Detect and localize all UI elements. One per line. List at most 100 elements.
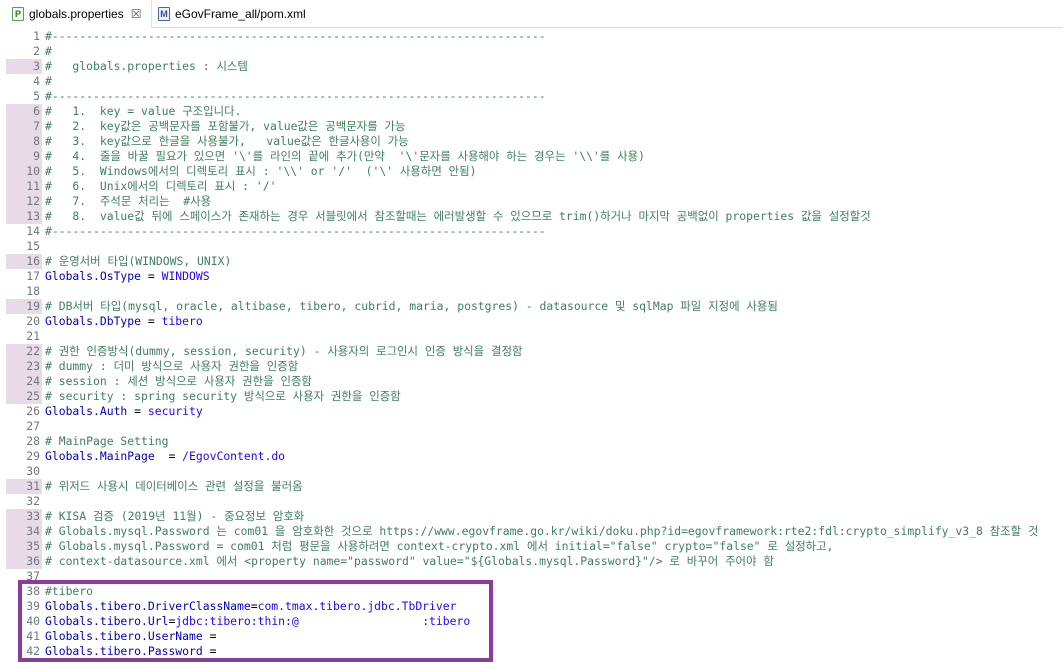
code-line[interactable]: 42 Globals.tibero.Password =	[0, 644, 1063, 659]
line-number: 26	[26, 404, 40, 418]
property-key: Globals.tibero.Password	[45, 644, 203, 658]
code-line[interactable]: 21	[0, 329, 1063, 344]
line-number: 13	[6, 209, 42, 224]
code-line[interactable]: 1 #--------------------------------------…	[0, 29, 1063, 44]
property-key: Globals.tibero.Url	[45, 614, 169, 628]
code-line[interactable]: 3 # globals.properties : 시스템	[0, 59, 1063, 74]
property-value: com.tmax.tibero.jdbc.TbDriver	[257, 599, 457, 613]
line-number: 21	[26, 329, 40, 343]
line-code: #---------------------------------------…	[45, 224, 546, 238]
code-line[interactable]: 25 # security : spring security 방식으로 사용자 …	[0, 389, 1063, 404]
code-line[interactable]: 24 # session : 세션 방식으로 사용자 권한을 인증함	[0, 374, 1063, 389]
property-value: tibero	[161, 314, 203, 328]
line-number: 18	[26, 284, 40, 298]
properties-file-icon: P	[12, 7, 24, 21]
code-line[interactable]: 19 # DB서버 타입(mysql, oracle, altibase, tib…	[0, 299, 1063, 314]
line-code: Globals.OsType = WINDOWS	[45, 269, 210, 284]
code-line[interactable]: 40 Globals.tibero.Url=jdbc:tibero:thin:@ …	[0, 614, 1063, 629]
line-number: 34	[6, 524, 42, 539]
code-line[interactable]: 10 # 5. Windows에서의 디렉토리 표시 : '\\' or '/' …	[0, 164, 1063, 179]
line-code: Globals.tibero.DriverClassName=com.tmax.…	[45, 599, 456, 614]
code-line[interactable]: 26 Globals.Auth = security	[0, 404, 1063, 419]
code-line[interactable]: 2 #	[0, 44, 1063, 59]
close-icon[interactable]: ☒	[131, 7, 142, 21]
line-number: 16	[6, 254, 42, 269]
tab-pom-xml[interactable]: M eGovFrame_all/pom.xml	[152, 0, 322, 28]
code-line[interactable]: 30	[0, 464, 1063, 479]
line-code: Globals.Auth = security	[45, 404, 203, 419]
property-separator: =	[141, 269, 162, 283]
tab-label: eGovFrame_all/pom.xml	[175, 7, 306, 21]
code-line[interactable]: 6 # 1. key = value 구조입니다.	[0, 104, 1063, 119]
editor-tab-bar: P globals.properties ☒ M eGovFrame_all/p…	[0, 0, 1063, 28]
line-code: # 운영서버 타입(WINDOWS, UNIX)	[45, 254, 232, 268]
line-code: #---------------------------------------…	[45, 29, 546, 43]
line-code: #tibero	[45, 584, 94, 598]
code-line[interactable]: 13 # 8. value값 뒤에 스페이스가 존재하는 경우 서블릿에서 참조할…	[0, 209, 1063, 224]
code-line[interactable]: 32	[0, 494, 1063, 509]
code-line[interactable]: 34 # Globals.mysql.Password 는 com01 을 암호화…	[0, 524, 1063, 539]
code-line[interactable]: 29 Globals.MainPage = /EgovContent.do	[0, 449, 1063, 464]
line-code: # 4. 줄을 바꿀 필요가 있으면 '\'를 라인의 끝에 추가(만약 '\'…	[45, 149, 645, 163]
line-number: 7	[6, 119, 42, 134]
line-code: Globals.MainPage = /EgovContent.do	[45, 449, 285, 464]
property-key: Globals.DbType	[45, 314, 142, 328]
property-separator: =	[127, 404, 148, 418]
property-value: /EgovContent.do	[182, 449, 286, 463]
line-code: # 8. value값 뒤에 스페이스가 존재하는 경우 서블릿에서 참조할때는…	[45, 209, 871, 223]
line-number: 24	[6, 374, 42, 389]
code-line[interactable]: 31 # 위저드 사용시 데이터베이스 관련 설정을 불러옴	[0, 479, 1063, 494]
property-separator: =	[202, 629, 224, 643]
line-code: # security : spring security 방식으로 사용자 권한…	[45, 389, 401, 403]
code-line[interactable]: 16 # 운영서버 타입(WINDOWS, UNIX)	[0, 254, 1063, 269]
code-line[interactable]: 27	[0, 419, 1063, 434]
line-code: # 1. key = value 구조입니다.	[45, 104, 242, 118]
line-code: # 5. Windows에서의 디렉토리 표시 : '\\' or '/' ('…	[45, 164, 477, 178]
code-line[interactable]: 23 # dummy : 더미 방식으로 사용자 권한을 인증함	[0, 359, 1063, 374]
code-line[interactable]: 36 # context-datasource.xml 에서 <property …	[0, 554, 1063, 569]
tab-globals-properties[interactable]: P globals.properties ☒	[0, 0, 152, 28]
code-line[interactable]: 20 Globals.DbType = tibero	[0, 314, 1063, 329]
code-line[interactable]: 7 # 2. key값은 공백문자를 포함불가, value값은 공백문자를 가능	[0, 119, 1063, 134]
code-line[interactable]: 33 # KISA 검증 (2019년 11월) - 중요정보 암호화	[0, 509, 1063, 524]
line-number: 37	[26, 569, 40, 583]
line-number: 10	[6, 164, 42, 179]
line-number: 38	[26, 584, 40, 598]
code-line[interactable]: 39 Globals.tibero.DriverClassName=com.tma…	[0, 599, 1063, 614]
code-line[interactable]: 4 #	[0, 74, 1063, 89]
code-line[interactable]: 8 # 3. key값으로 한글을 사용불가, value값은 한글사용이 가능	[0, 134, 1063, 149]
code-line[interactable]: 35 # Globals.mysql.Password = com01 처럼 평문…	[0, 539, 1063, 554]
line-number: 27	[26, 419, 40, 433]
code-line[interactable]: 28 # MainPage Setting	[0, 434, 1063, 449]
property-key: Globals.MainPage	[45, 449, 155, 463]
property-value: security	[147, 404, 203, 418]
line-code: Globals.tibero.Url=jdbc:tibero:thin:@ :t…	[45, 614, 470, 629]
code-line[interactable]: 12 # 7. 주석문 처리는 #사용	[0, 194, 1063, 209]
property-separator: =	[141, 314, 162, 328]
code-line[interactable]: 22 # 권한 인증방식(dummy, session, security) - …	[0, 344, 1063, 359]
line-code: # KISA 검증 (2019년 11월) - 중요정보 암호화	[45, 509, 305, 523]
line-number: 12	[6, 194, 42, 209]
text-editor[interactable]: 1 #--------------------------------------…	[0, 28, 1063, 662]
line-number: 35	[6, 539, 42, 554]
code-line[interactable]: 9 # 4. 줄을 바꿀 필요가 있으면 '\'를 라인의 끝에 추가(만약 '\…	[0, 149, 1063, 164]
line-number: 40	[26, 614, 40, 628]
line-number: 41	[26, 629, 40, 643]
code-line[interactable]: 11 # 6. Unix에서의 디렉토리 표시 : '/'	[0, 179, 1063, 194]
line-code: # 2. key값은 공백문자를 포함불가, value값은 공백문자를 가능	[45, 119, 406, 133]
code-line[interactable]: 38 #tibero	[0, 584, 1063, 599]
code-line[interactable]: 18	[0, 284, 1063, 299]
maven-pom-icon: M	[158, 7, 170, 21]
line-number: 20	[26, 314, 40, 328]
code-line[interactable]: 37	[0, 569, 1063, 584]
property-value: jdbc:tibero:thin:@ :tibero	[175, 614, 471, 628]
line-code: Globals.tibero.UserName =	[45, 629, 223, 644]
code-line[interactable]: 14 #-------------------------------------…	[0, 224, 1063, 239]
line-code: # globals.properties : 시스템	[45, 59, 248, 73]
code-line[interactable]: 41 Globals.tibero.UserName =	[0, 629, 1063, 644]
line-code: # context-datasource.xml 에서 <property na…	[45, 554, 774, 568]
code-line[interactable]: 17 Globals.OsType = WINDOWS	[0, 269, 1063, 284]
line-number: 19	[6, 299, 42, 314]
code-line[interactable]: 5 #--------------------------------------…	[0, 89, 1063, 104]
code-line[interactable]: 15	[0, 239, 1063, 254]
